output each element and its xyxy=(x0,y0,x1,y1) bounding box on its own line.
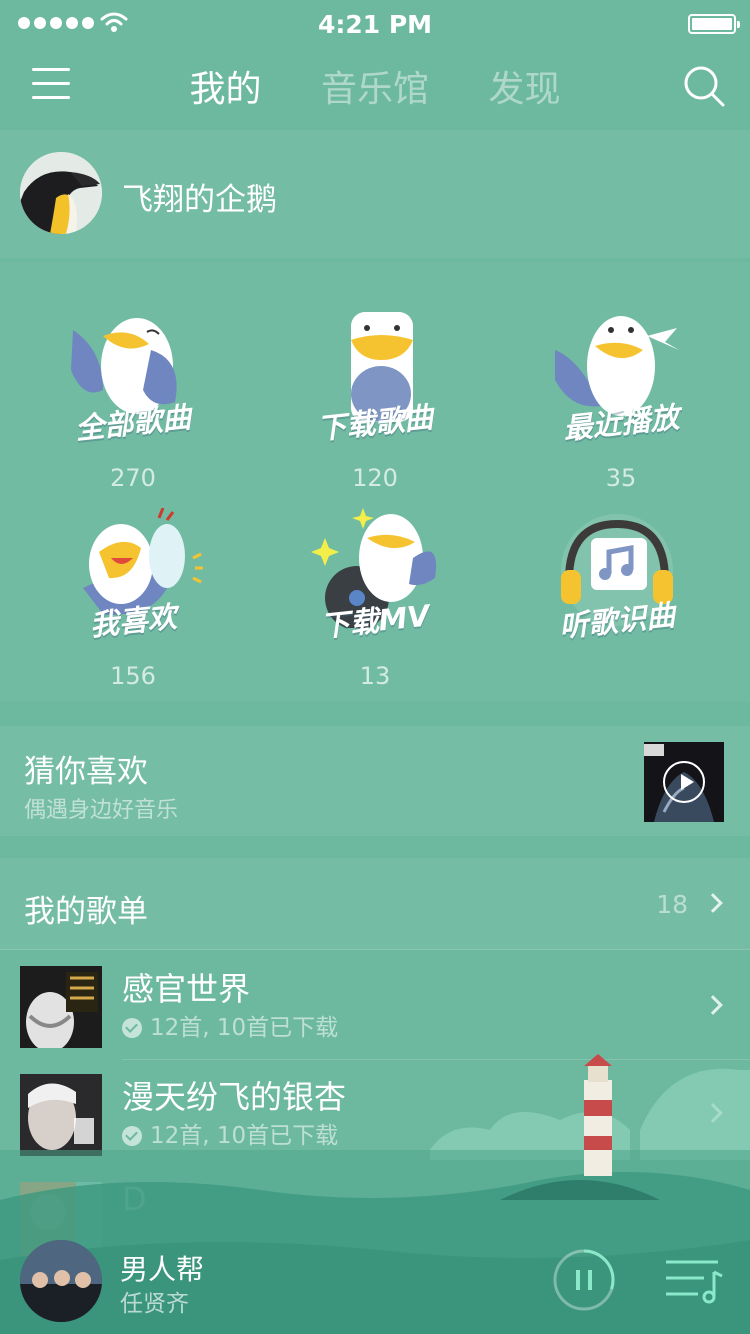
recommend-cover[interactable] xyxy=(644,742,724,822)
recommend-row[interactable]: 猜你喜欢 偶遇身边好音乐 xyxy=(0,726,750,836)
tab-discover[interactable]: 发现 xyxy=(488,60,560,112)
playlist-header[interactable]: 我的歌单 18 xyxy=(0,858,750,950)
album-cover-image xyxy=(20,1240,102,1322)
grid-item-downloaded-songs[interactable]: 下载歌曲 120 xyxy=(250,282,500,492)
album-cover-image xyxy=(20,1074,102,1156)
recommend-subtitle: 偶遇身边好音乐 xyxy=(24,798,179,823)
playlist-section-title: 我的歌单 xyxy=(24,894,148,930)
check-icon xyxy=(122,1126,142,1146)
now-playing-artist: 任贤齐 xyxy=(120,1291,189,1317)
play-icon[interactable] xyxy=(663,761,705,803)
pause-icon xyxy=(576,1270,580,1290)
grid-item-song-recognition[interactable]: 听歌识曲 xyxy=(492,480,742,680)
playlist-meta-text: 12首, 10首已下载 xyxy=(150,1123,339,1149)
screen: 4:21 PM 我的 音乐馆 发现 飞翔的企鹅 全部歌曲 270 下载歌曲 12… xyxy=(0,0,750,1334)
playlist-meta: 12首, 10首已下载 xyxy=(122,1008,338,1042)
status-bar: 4:21 PM xyxy=(0,0,750,48)
playlist-meta: 12首, 10首已下载 xyxy=(122,1116,338,1150)
playlist-item[interactable]: 漫天纷飞的银杏 12首, 10首已下载 xyxy=(0,1060,750,1168)
tab-mine[interactable]: 我的 xyxy=(190,60,262,112)
album-cover-image xyxy=(20,966,102,1048)
chevron-right-icon xyxy=(703,1103,723,1123)
feature-grid: 全部歌曲 270 下载歌曲 120 最近播放 35 我喜欢 156 下载MV 1… xyxy=(0,262,750,702)
penguin-avatar-image xyxy=(20,152,102,234)
chevron-right-icon xyxy=(703,995,723,1015)
grid-item-all-songs[interactable]: 全部歌曲 270 xyxy=(8,282,258,492)
now-playing-cover[interactable] xyxy=(20,1240,102,1322)
pause-button[interactable] xyxy=(552,1248,616,1312)
grid-item-favorites[interactable]: 我喜欢 156 xyxy=(8,480,258,690)
playlist-cover xyxy=(20,966,102,1048)
playlist-count: 18 xyxy=(656,890,688,919)
playlist-queue-icon[interactable] xyxy=(664,1258,724,1304)
profile-row[interactable]: 飞翔的企鹅 xyxy=(0,130,750,258)
now-playing-title: 男人帮 xyxy=(120,1253,205,1286)
search-icon[interactable] xyxy=(682,64,726,108)
top-nav: 我的 音乐馆 发现 xyxy=(0,48,750,126)
grid-item-downloaded-mv[interactable]: 下载MV 13 xyxy=(250,480,500,690)
username: 飞翔的企鹅 xyxy=(122,182,277,218)
playlist-name: 感官世界 xyxy=(122,970,251,1008)
tab-bar: 我的 音乐馆 发现 xyxy=(0,60,750,112)
playlist-name: 漫天纷飞的银杏 xyxy=(122,1078,347,1116)
status-time: 4:21 PM xyxy=(317,10,433,39)
recommend-title: 猜你喜欢 xyxy=(24,754,148,790)
battery-icon xyxy=(688,14,740,34)
playlist-meta-text: 12首, 10首已下载 xyxy=(150,1015,339,1041)
check-icon xyxy=(122,1018,142,1038)
tab-music-hall[interactable]: 音乐馆 xyxy=(321,60,429,112)
avatar[interactable] xyxy=(20,152,102,234)
playlist-name: D xyxy=(122,1180,147,1218)
mini-player[interactable]: 男人帮 任贤齐 xyxy=(0,1222,750,1334)
grid-count: 156 xyxy=(110,662,156,690)
grid-item-recent-plays[interactable]: 最近播放 35 xyxy=(496,282,746,492)
chevron-right-icon xyxy=(703,893,723,913)
grid-count: 13 xyxy=(359,662,391,690)
playlist-item[interactable]: 感官世界 12首, 10首已下载 xyxy=(0,952,750,1060)
playlist-cover xyxy=(20,1074,102,1156)
